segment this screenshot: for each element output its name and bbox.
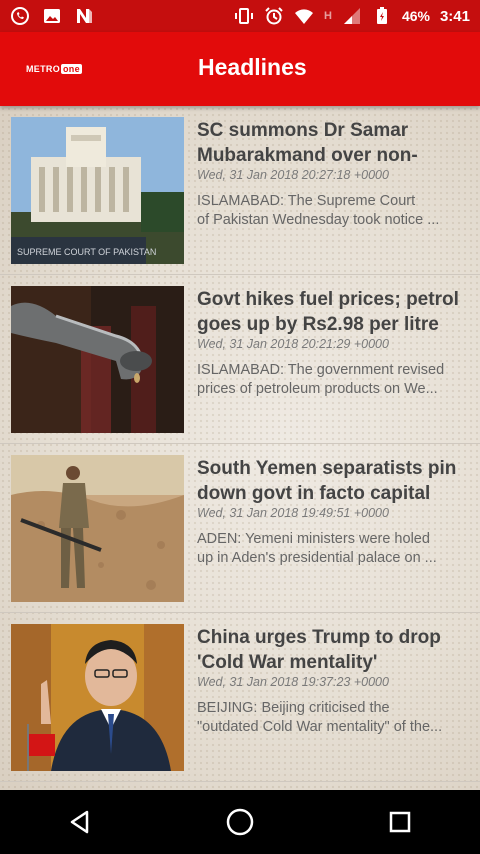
clock: 3:41 <box>439 7 470 25</box>
status-left-icons <box>10 6 94 26</box>
back-button[interactable] <box>50 792 110 852</box>
thumbnail-caption: SUPREME COURT OF PAKISTAN <box>17 247 156 257</box>
summary-line: of Pakistan Wednesday took notice ... <box>197 212 440 228</box>
logo-text-one: one <box>61 64 82 74</box>
app-logo[interactable]: METRO one <box>26 62 82 76</box>
article-item[interactable]: South Yemen separatists pin down govt in… <box>0 444 480 613</box>
article-item[interactable]: China urges Trump to drop 'Cold War ment… <box>0 613 480 782</box>
article-summary: ISLAMABAD: The government revised prices… <box>197 361 472 399</box>
summary-line: "outdated Cold War mentality" of the... <box>197 719 443 735</box>
logo-text-metro: METRO <box>26 64 60 74</box>
recents-button[interactable] <box>370 792 430 852</box>
article-thumbnail <box>11 286 184 433</box>
notification-n-icon <box>74 6 94 26</box>
battery-icon <box>372 6 392 26</box>
article-date: Wed, 31 Jan 2018 20:27:18 +0000 <box>197 168 389 182</box>
article-summary: BEIJING: Beijing criticised the "outdate… <box>197 699 472 737</box>
recents-icon <box>389 811 411 833</box>
article-summary: ADEN: Yemeni ministers were holed up in … <box>197 530 472 568</box>
summary-line: up in Aden's presidential palace on ... <box>197 550 437 566</box>
article-date: Wed, 31 Jan 2018 19:37:23 +0000 <box>197 675 389 689</box>
article-date: Wed, 31 Jan 2018 20:21:29 +0000 <box>197 337 389 351</box>
article-list[interactable]: SUPREME COURT OF PAKISTAN SC summons Dr … <box>0 106 480 790</box>
article-headline[interactable]: South Yemen separatists pin down govt in… <box>197 456 472 506</box>
vibrate-icon <box>234 6 254 26</box>
article-headline[interactable]: China urges Trump to drop 'Cold War ment… <box>197 625 472 675</box>
summary-line: ADEN: Yemeni ministers were holed <box>197 531 430 547</box>
article-thumbnail <box>11 624 184 771</box>
summary-line: ISLAMABAD: The government revised <box>197 362 445 378</box>
gallery-icon <box>42 6 62 26</box>
status-right-icons: H 46% 3:41 <box>234 6 470 26</box>
app-bar: METRO one Headlines <box>0 32 480 106</box>
page-title: Headlines <box>198 54 307 80</box>
article-headline[interactable]: SC summons Dr Samar Mubarakmand over non… <box>197 118 472 168</box>
back-icon <box>70 810 89 834</box>
battery-percent: 46% <box>401 8 430 24</box>
summary-line: ISLAMABAD: The Supreme Court <box>197 193 416 209</box>
whatsapp-icon <box>10 6 30 26</box>
article-thumbnail: SUPREME COURT OF PAKISTAN <box>11 117 184 264</box>
article-item[interactable]: Govt hikes fuel prices; petrol goes up b… <box>0 275 480 444</box>
article-thumbnail <box>11 455 184 602</box>
article-date: Wed, 31 Jan 2018 19:49:51 +0000 <box>197 506 389 520</box>
network-type: H <box>323 10 332 22</box>
article-headline[interactable]: Govt hikes fuel prices; petrol goes up b… <box>197 287 472 337</box>
wifi-icon <box>294 6 314 26</box>
summary-line: BEIJING: Beijing criticised the <box>197 700 390 716</box>
home-button[interactable] <box>210 792 270 852</box>
alarm-icon <box>264 6 284 26</box>
signal-icon <box>342 6 362 26</box>
home-icon <box>226 808 254 836</box>
article-item[interactable]: SUPREME COURT OF PAKISTAN SC summons Dr … <box>0 106 480 275</box>
status-bar: H 46% 3:41 <box>0 0 480 32</box>
system-nav-bar <box>0 790 480 854</box>
article-summary: ISLAMABAD: The Supreme Court of Pakistan… <box>197 192 472 230</box>
summary-line: prices of petroleum products on We... <box>197 381 438 397</box>
